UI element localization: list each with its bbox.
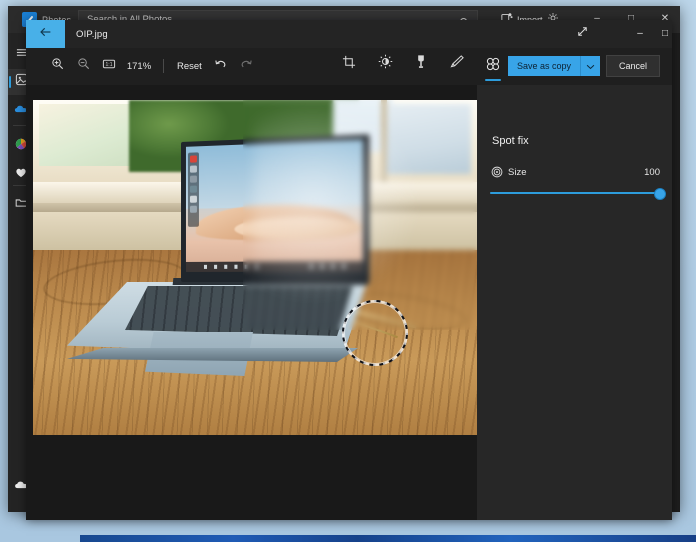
expand-diagonal-icon (576, 25, 589, 43)
brush-size-value: 100 (644, 166, 660, 178)
tool-adjustment[interactable] (374, 51, 396, 77)
tool-filters[interactable] (410, 51, 432, 77)
toolbar-separator (163, 59, 164, 73)
photo-laptop-keyboard (125, 286, 353, 336)
spot-fix-icon (486, 57, 500, 71)
back-arrow-icon (39, 25, 53, 43)
photo-dock-icon-4 (189, 185, 197, 193)
brush-size-slider[interactable] (490, 187, 666, 200)
zoom-controls: 1:1 171% Reset (44, 52, 260, 80)
tool-spot-fix[interactable] (482, 51, 504, 81)
spot-fix-brush-cursor[interactable] (342, 300, 408, 366)
crop-icon (342, 55, 356, 74)
brightness-icon (378, 54, 393, 74)
editor-maximize-button[interactable]: □ (649, 20, 672, 48)
reset-button[interactable]: Reset (171, 58, 208, 75)
spot-fix-panel: Spot fix Size 100 (477, 85, 672, 520)
editor-title-bar[interactable]: OIP.jpg – □ ✕ (26, 20, 672, 48)
photo-dock-icon-3 (189, 175, 197, 183)
cancel-button[interactable]: Cancel (606, 55, 660, 77)
photo-dock-icon-6 (189, 205, 197, 213)
photo-window-mullion (381, 100, 387, 184)
brush-size-icon (490, 166, 503, 179)
maximize-icon: □ (661, 28, 669, 39)
file-name-label: OIP.jpg (76, 29, 108, 40)
photo-window-glass-right (385, 104, 471, 174)
brush-size-label: Size (508, 166, 527, 178)
tool-crop[interactable] (338, 51, 360, 77)
svg-text:1:1: 1:1 (106, 62, 113, 68)
edit-tool-group (338, 51, 504, 81)
photo-window-glass-left (39, 104, 137, 166)
chevron-down-icon (586, 57, 595, 75)
zoom-out-icon (77, 57, 90, 75)
photo-image[interactable] (33, 100, 477, 435)
photo-screen-taskbar (185, 260, 363, 272)
slider-thumb[interactable] (654, 188, 666, 200)
brush-size-row: Size 100 (490, 165, 660, 179)
editor-toolbar: 1:1 171% Reset Save as copy Cancel (26, 48, 672, 85)
panel-title: Spot fix (492, 135, 529, 147)
zoom-in-button[interactable] (44, 53, 70, 79)
zoom-level-label: 171% (126, 60, 152, 72)
cancel-label: Cancel (618, 61, 647, 71)
expand-button[interactable] (566, 20, 598, 48)
photo-laptop-screen (185, 139, 363, 272)
photo-dock-icon-5 (189, 195, 197, 203)
fit-to-window-icon: 1:1 (102, 57, 116, 75)
fit-to-window-button[interactable]: 1:1 (96, 53, 122, 79)
photo-dock-icon-2 (189, 165, 197, 173)
photo-wallpaper-sky (185, 139, 363, 209)
image-canvas[interactable] (26, 85, 477, 520)
undo-icon (214, 57, 227, 75)
photo-dock-icon-1 (189, 155, 197, 163)
photo-laptop-lid (181, 134, 370, 282)
tool-markup[interactable] (446, 51, 468, 77)
slider-fill (490, 192, 658, 194)
minimize-icon: – (637, 28, 643, 39)
pen-markup-icon (449, 54, 465, 74)
windows-taskbar[interactable] (80, 535, 696, 542)
undo-button[interactable] (208, 53, 234, 79)
filter-icon (415, 54, 427, 74)
save-options-dropdown[interactable] (580, 56, 600, 76)
zoom-in-icon (51, 57, 64, 75)
photo-screen-dock (187, 152, 199, 227)
zoom-out-button[interactable] (70, 53, 96, 79)
photo-editor-window: OIP.jpg – □ ✕ (26, 20, 672, 520)
redo-button[interactable] (234, 53, 260, 79)
editor-actions: Save as copy Cancel (507, 55, 660, 77)
save-as-copy-label: Save as copy (516, 61, 571, 71)
redo-icon (240, 57, 253, 75)
save-as-copy-button[interactable]: Save as copy (507, 56, 600, 76)
back-button[interactable] (26, 20, 65, 48)
